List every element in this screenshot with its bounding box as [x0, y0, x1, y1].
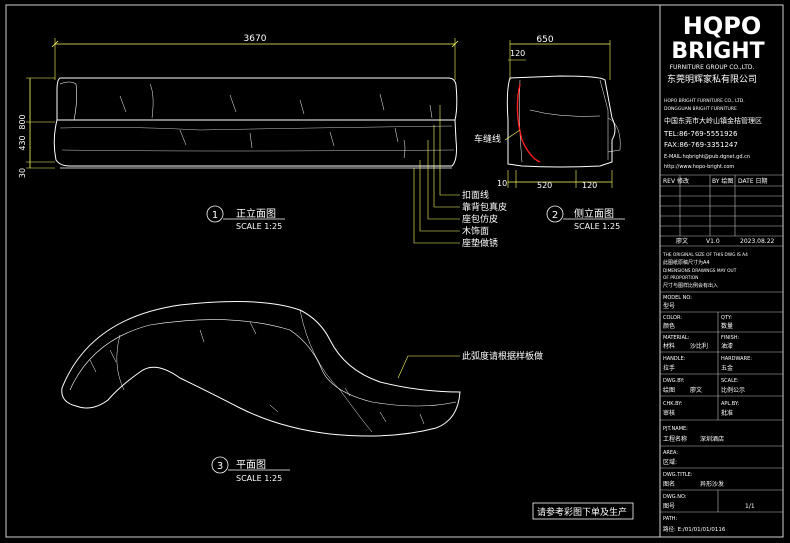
dwg-by-label: DWG.BY: [663, 378, 685, 384]
scale-cn: 比例公示 [721, 386, 745, 394]
dim-height: 800 [18, 114, 27, 129]
path-label: PATH: [663, 516, 678, 522]
plan-view: 此弧度请根据样板做 3 平面图 SCALE 1:25 [61, 300, 543, 483]
plan-view-scale: SCALE 1:25 [236, 474, 282, 483]
finish-label: FINISH: [721, 335, 739, 341]
front-view-scale: SCALE 1:25 [236, 222, 282, 231]
note-3: DIMENSIONS DRAWINGS MAY OUT [663, 268, 737, 274]
dim-base: 30 [18, 168, 27, 178]
rev-header-date: DATE 日期 [738, 177, 768, 185]
dwg-title-val: 异形沙发 [700, 480, 724, 488]
company-fax: FAX:86-769-3351247 [664, 141, 738, 149]
side-view-scale: SCALE 1:25 [574, 222, 620, 231]
callout-3: 木饰面 [462, 225, 489, 237]
logo-brand-sub: FURNITURE GROUP CO.,LTD. [670, 64, 755, 71]
callout-0: 扣面线 [462, 189, 489, 201]
plan-sofa-outer [61, 300, 461, 437]
rev-header-rev: REV 修改 [663, 177, 689, 185]
apl-by-cn: 批准 [721, 409, 733, 417]
plan-view-title: 平面图 [236, 459, 266, 471]
hardware-label: HARDWARE: [721, 356, 752, 362]
qty-val: 数量 [721, 322, 733, 330]
dwg-title-label: DWG.TITLE: [663, 472, 693, 478]
dwg-by-cn: 绘图 [663, 386, 675, 394]
path-val: 路径: E:/01/01/01/0116 [663, 525, 726, 533]
dim-mid: 520 [537, 181, 552, 190]
model-label: MODEL NO: [663, 295, 692, 301]
chk-by-label: CHK.BY: [663, 401, 683, 407]
company-line2: DONGGUAN BRIGHT FURNITURE [664, 106, 737, 112]
note-1: THE ORIGINAL SIZE OF THIS DWG IS A4 [662, 252, 748, 258]
seam-label: 车缝线 [474, 133, 501, 145]
side-view: 650 120 车缝线 10 520 120 2 侧立面图 SCALE 1:25 [474, 35, 625, 231]
front-view-title: 正立面图 [236, 207, 276, 220]
color-label: COLOR: [663, 315, 682, 321]
view-number-3: 3 [217, 461, 223, 472]
project-cn: 工程名称 [663, 435, 687, 443]
side-sofa-outline [506, 75, 616, 168]
callout-1: 靠背包真皮 [462, 201, 507, 213]
callout-2: 座包仿皮 [462, 213, 498, 225]
plan-note: 此弧度请根据样板做 [462, 350, 543, 362]
material-label: MATERIAL: [663, 335, 690, 341]
company-web: http://www.hopo-bright.com [664, 164, 734, 170]
dim-seat: 430 [18, 135, 27, 150]
note-2: 此图纸原稿尺寸为A4 [663, 259, 710, 266]
area-label: AREA: [663, 450, 678, 456]
dwg-no-cn: 图号 [663, 503, 675, 510]
rev-header-by: BY 绘图 [712, 177, 733, 185]
dim-depth: 650 [536, 35, 553, 45]
dim-back: 120 [510, 49, 525, 58]
project-val: 深圳酒店 [700, 435, 724, 443]
note-5: 尺寸与图样比例会有出入 [663, 282, 718, 289]
material-val: 沙比利 [690, 342, 708, 350]
callout-leaders [413, 105, 460, 244]
footer-note: 请参考彩图下单及生产 [537, 506, 627, 518]
qty-label: QTY: [721, 315, 732, 321]
dim-right: 120 [582, 181, 597, 190]
color-cn: 颜色 [663, 322, 675, 330]
title-block: HQPO BRIGHT FURNITURE GROUP CO.,LTD. 东莞明… [660, 12, 783, 533]
scale-label: SCALE: [721, 378, 739, 384]
handle-cn: 拉手 [663, 364, 675, 372]
area-cn: 区域: [663, 458, 677, 466]
front-sofa-back [56, 77, 458, 121]
dim-width: 3670 [244, 34, 267, 44]
version-date: 2023.08.22 [740, 238, 775, 245]
material-cn: 材料 [663, 342, 675, 350]
view-number-2: 2 [552, 210, 558, 221]
sheet-val: 1/1 [745, 503, 755, 510]
company-address: 中国东莞市大岭山镇金桔管理区 [664, 116, 762, 125]
dim-left: 10 [497, 179, 507, 188]
cad-drawing-sheet: 3670 800 430 30 扣面线 靠背包真皮 座包仿皮 木饰面 座垫做锈 … [5, 4, 784, 538]
drafter-label: 廖文 [676, 237, 688, 245]
logo-company-cn: 东莞明辉家私有限公司 [667, 73, 757, 85]
dwg-title-cn: 图名 [663, 480, 675, 488]
front-view: 3670 800 430 30 扣面线 靠背包真皮 座包仿皮 木饰面 座垫做锈 … [18, 34, 507, 249]
dwg-no-label: DWG.NO: [663, 494, 687, 500]
model-cn: 型号 [663, 302, 675, 310]
company-line1: HOPO BRIGHT FURNITURE CO., LTD. [664, 98, 745, 104]
finish-val: 油漆 [721, 342, 733, 350]
side-view-title: 侧立面图 [574, 207, 614, 220]
chk-by-cn: 审核 [663, 409, 675, 417]
version: V1.0 [706, 238, 720, 245]
apl-by-label: APL.BY: [721, 401, 739, 407]
project-label: PJT.NAME: [663, 426, 688, 432]
company-email: E-MAIL:hqbright@pub.dgnet.gd.cn [664, 154, 750, 160]
note-4: OF PROPORTION [663, 275, 698, 281]
callout-4: 座垫做锈 [462, 237, 498, 249]
logo-brand-bottom: BRIGHT [671, 39, 764, 64]
hardware-cn: 五金 [721, 364, 733, 372]
dwg-by-val: 廖文 [690, 386, 702, 394]
company-tel: TEL:86-769-5551926 [663, 130, 738, 138]
handle-label: HANDLE: [663, 356, 686, 362]
logo-brand-top: HQPO [683, 12, 761, 40]
view-number-1: 1 [212, 210, 218, 221]
